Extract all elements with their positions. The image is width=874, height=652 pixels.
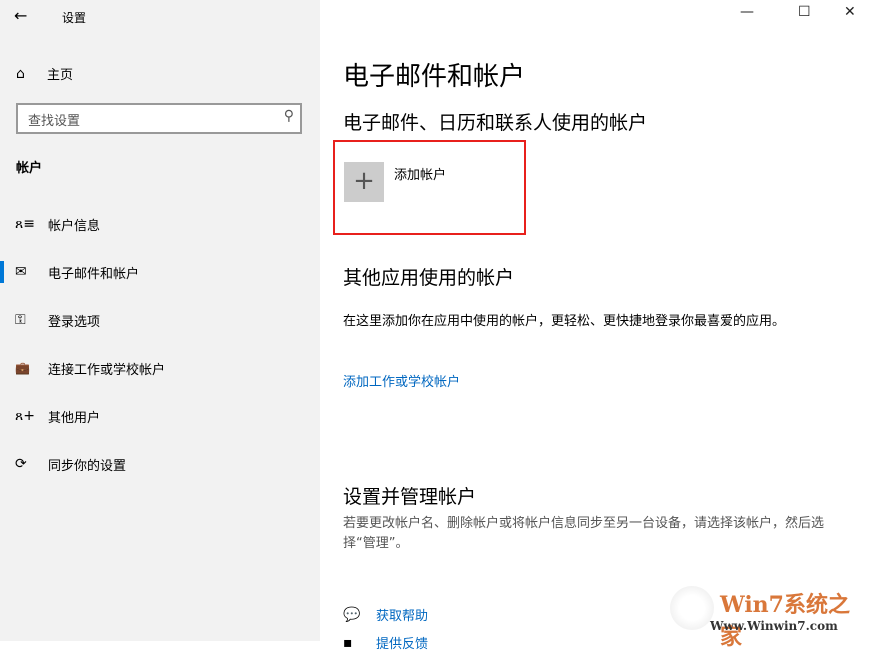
search-placeholder: 查找设置 [28, 114, 80, 129]
feedback-link[interactable]: ▪提供反馈 [343, 633, 428, 652]
sidebar-item-account-info[interactable]: ጸ≡帐户信息 [0, 206, 320, 242]
watermark-url: Www.Winwin7.com [710, 619, 838, 633]
get-help-label: 获取帮助 [376, 605, 428, 624]
sidebar-item-work-school[interactable]: 💼连接工作或学校帐户 [0, 350, 320, 386]
sidebar-item-label: 其他用户 [48, 407, 100, 426]
feedback-icon: ▪ [343, 635, 376, 651]
feedback-label: 提供反馈 [376, 633, 428, 652]
sync-icon: ⟳ [0, 456, 48, 472]
sidebar-item-home[interactable]: ⌂ 主页 [16, 64, 73, 83]
add-account-button[interactable]: + [344, 162, 384, 202]
search-icon[interactable]: ⚲ [284, 108, 294, 124]
watermark: Win7系统之家 Www.Winwin7.com [670, 581, 870, 641]
add-account-label[interactable]: 添加帐户 [394, 164, 446, 183]
sidebar: ← 设置 ⌂ 主页 查找设置 ⚲ 帐户 ጸ≡帐户信息 ✉电子邮件和帐户 ⚿登录选… [0, 0, 320, 641]
back-arrow-icon[interactable]: ← [14, 6, 27, 25]
section-heading: 帐户 [16, 157, 42, 176]
home-label: 主页 [47, 64, 73, 83]
sidebar-item-label: 电子邮件和帐户 [48, 263, 139, 282]
sidebar-item-email-accounts[interactable]: ✉电子邮件和帐户 [0, 254, 320, 290]
sidebar-item-label: 同步你的设置 [48, 455, 126, 474]
minimize-button[interactable]: — [740, 4, 754, 20]
help-icon: 💬 [343, 607, 376, 623]
sidebar-item-sign-in-options[interactable]: ⚿登录选项 [0, 302, 320, 338]
get-help-link[interactable]: 💬获取帮助 [343, 605, 428, 624]
sidebar-item-sync[interactable]: ⟳同步你的设置 [0, 446, 320, 482]
briefcase-icon: 💼 [0, 361, 48, 375]
app-title: 设置 [62, 9, 86, 26]
section-manage-heading: 设置并管理帐户 [343, 482, 476, 509]
home-icon: ⌂ [16, 66, 47, 82]
close-button[interactable]: ✕ [844, 4, 856, 20]
sidebar-item-label: 连接工作或学校帐户 [48, 359, 165, 378]
content-pane: — ☐ ✕ 电子邮件和帐户 电子邮件、日历和联系人使用的帐户 + 添加帐户 其他… [320, 0, 874, 641]
plus-icon: + [353, 166, 375, 196]
page-title: 电子邮件和帐户 [343, 56, 525, 93]
sidebar-item-label: 帐户信息 [48, 215, 100, 234]
add-user-icon: ጸ+ [0, 408, 48, 424]
windows-logo-icon [670, 586, 714, 630]
search-input[interactable]: 查找设置 ⚲ [16, 103, 302, 134]
section-email-heading: 电子邮件、日历和联系人使用的帐户 [343, 108, 647, 135]
mail-icon: ✉ [0, 264, 48, 280]
other-apps-description: 在这里添加你在应用中使用的帐户，更轻松、更快捷地登录你最喜爱的应用。 [343, 312, 813, 332]
maximize-button[interactable]: ☐ [798, 4, 811, 20]
manage-description: 若要更改帐户名、删除帐户或将帐户信息同步至另一台设备，请选择该帐户，然后选择“管… [343, 514, 853, 554]
key-icon: ⚿ [0, 312, 48, 328]
sidebar-item-other-users[interactable]: ጸ+其他用户 [0, 398, 320, 434]
section-other-apps-heading: 其他应用使用的帐户 [343, 263, 514, 290]
account-info-icon: ጸ≡ [0, 216, 48, 232]
sidebar-item-label: 登录选项 [48, 311, 100, 330]
add-work-account-link[interactable]: 添加工作或学校帐户 [343, 371, 460, 390]
